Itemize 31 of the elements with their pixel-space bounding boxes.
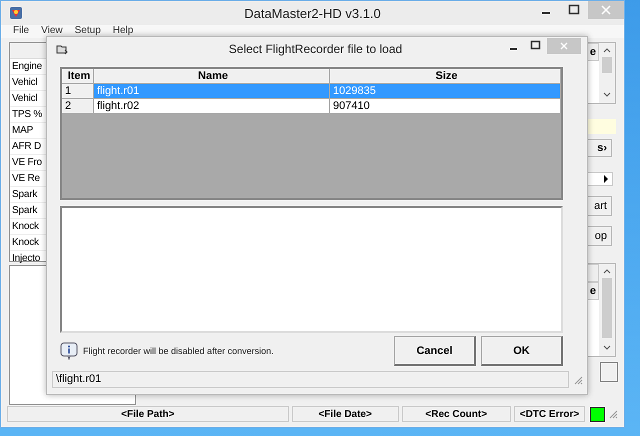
status-panel: <File Path> bbox=[7, 406, 289, 422]
column-header[interactable]: Name bbox=[94, 69, 330, 84]
text-area[interactable] bbox=[60, 206, 563, 333]
status-panel: <File Date> bbox=[292, 406, 399, 422]
column-header[interactable]: Size bbox=[330, 69, 561, 84]
table-cell: 1 bbox=[62, 84, 94, 99]
menu-item[interactable]: View bbox=[41, 25, 63, 38]
window-title: DataMaster2-HD v3.1.0 bbox=[243, 6, 382, 20]
menu-item[interactable]: File bbox=[13, 25, 30, 38]
folder-icon bbox=[56, 44, 68, 54]
small-button[interactable] bbox=[600, 362, 618, 382]
table-cell[interactable]: flight.r02 bbox=[94, 99, 330, 114]
status-panel: <DTC Error> bbox=[514, 406, 586, 422]
resize-grip[interactable] bbox=[573, 374, 583, 384]
cancel-button[interactable]: Cancel bbox=[394, 336, 476, 366]
column-header[interactable]: Item bbox=[62, 69, 94, 84]
table-cell: 2 bbox=[62, 99, 94, 114]
table-cell[interactable]: 907410 bbox=[330, 99, 561, 114]
dialog-title: Select FlightRecorder file to load bbox=[228, 42, 404, 56]
resize-grip[interactable] bbox=[608, 409, 618, 419]
status-panel: <Rec Count> bbox=[402, 406, 511, 422]
menu-item[interactable]: Setup bbox=[74, 25, 101, 38]
menu-item[interactable]: Help bbox=[112, 25, 134, 38]
right-arrow-icon bbox=[603, 175, 609, 183]
info-icon bbox=[60, 342, 78, 360]
info-message: Flight recorder will be disabled after conversion. bbox=[83, 346, 274, 356]
ok-button[interactable]: OK bbox=[481, 336, 563, 366]
file-path-field[interactable]: \flight.r01 bbox=[52, 371, 569, 388]
scrollbar[interactable] bbox=[599, 43, 615, 103]
app-icon bbox=[9, 6, 23, 20]
scrollbar[interactable] bbox=[599, 264, 615, 356]
